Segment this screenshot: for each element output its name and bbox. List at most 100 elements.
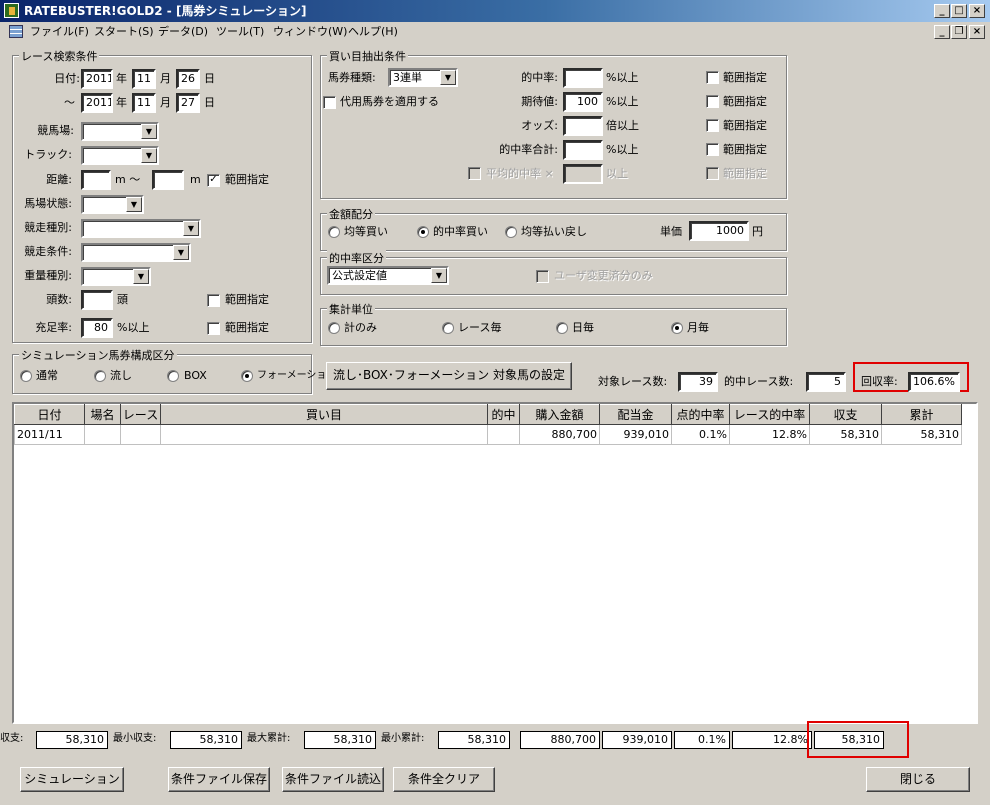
distance-min-input[interactable]: [81, 170, 111, 190]
sim-formation-radio[interactable]: [241, 370, 253, 382]
odds-input[interactable]: [563, 116, 603, 136]
col-race-rate[interactable]: レース的中率: [729, 404, 810, 425]
load-conditions-button[interactable]: 条件ファイル読込: [282, 767, 384, 792]
agg-month-radio[interactable]: [671, 322, 683, 334]
hit-sum-range-label: 範囲指定: [723, 143, 767, 156]
fill-range-checkbox[interactable]: [207, 322, 220, 335]
save-conditions-button[interactable]: 条件ファイル保存: [168, 767, 270, 792]
from-month-input[interactable]: 11: [132, 69, 156, 89]
col-balance[interactable]: 収支: [809, 404, 882, 425]
cell-payout: 939,010: [599, 424, 672, 445]
simulate-button[interactable]: シミュレーション: [20, 767, 124, 792]
menu-data[interactable]: データ(D): [158, 22, 208, 41]
col-purchase[interactable]: 購入金額: [519, 404, 600, 425]
footer-min-balance: 58,310: [170, 731, 242, 749]
agg-month-label: 月毎: [687, 321, 709, 334]
avg-hit-input[interactable]: [563, 164, 603, 184]
hit-category-select[interactable]: 公式設定値 ▼: [327, 266, 449, 285]
col-point-rate[interactable]: 点的中率: [671, 404, 730, 425]
distance-unit: m: [190, 173, 201, 186]
col-venue[interactable]: 場名: [84, 404, 121, 425]
col-race[interactable]: レース: [120, 404, 161, 425]
heads-input[interactable]: [81, 290, 113, 310]
cell-race-rate: 12.8%: [729, 424, 810, 445]
mdi-minimize-icon[interactable]: _: [934, 25, 950, 39]
aggregation-caption: 集計単位: [327, 301, 375, 317]
heads-range-checkbox[interactable]: [207, 294, 220, 307]
chevron-down-icon: ▼: [141, 148, 157, 163]
substitute-label: 代用馬券を適用する: [340, 95, 439, 108]
ticket-select[interactable]: 3連単 ▼: [388, 68, 458, 87]
race-type-select[interactable]: ▼: [81, 219, 201, 238]
date-label: 日付:: [54, 72, 80, 85]
menu-file[interactable]: ファイル(F): [30, 22, 89, 41]
col-bets[interactable]: 買い目: [160, 404, 488, 425]
unit-price-label: 単価: [660, 225, 682, 238]
app-icon: [4, 3, 19, 18]
agg-day-radio[interactable]: [556, 322, 568, 334]
close-button[interactable]: 閉じる: [866, 767, 970, 792]
menu-start[interactable]: スタート(S): [94, 22, 154, 41]
odds-range-label: 範囲指定: [723, 119, 767, 132]
col-payout[interactable]: 配当金: [599, 404, 672, 425]
mdi-window-icon[interactable]: [9, 25, 23, 38]
col-cumulative[interactable]: 累計: [881, 404, 962, 425]
to-year-input[interactable]: 2011: [81, 93, 113, 113]
from-day-input[interactable]: 26: [176, 69, 200, 89]
avg-hit-checkbox[interactable]: [468, 167, 481, 180]
menu-tools[interactable]: ツール(T): [216, 22, 264, 41]
race-cond-select[interactable]: ▼: [81, 243, 191, 262]
distance-max-input[interactable]: [152, 170, 184, 190]
track-select[interactable]: ▼: [81, 146, 159, 165]
cell-venue: [84, 424, 121, 445]
expected-label: 期待値:: [521, 95, 558, 108]
date-tilde: ～: [64, 96, 75, 109]
hit-sum-input[interactable]: [563, 140, 603, 160]
hit-rate-range-checkbox[interactable]: [706, 71, 719, 84]
formation-setup-button[interactable]: 流し･BOX･フォーメーション 対象馬の設定: [326, 362, 572, 390]
hit-rate-input[interactable]: [563, 68, 603, 88]
alloc-hitrate-radio[interactable]: [417, 226, 429, 238]
condition-select[interactable]: ▼: [81, 195, 144, 214]
sim-normal-radio[interactable]: [20, 370, 32, 382]
substitute-checkbox[interactable]: [323, 96, 336, 109]
table-row[interactable]: 2011/11 880,700 939,010 0.1% 12.8% 58,31…: [14, 424, 962, 445]
menu-window[interactable]: ウィンドウ(W): [273, 22, 347, 41]
agg-total-radio[interactable]: [328, 322, 340, 334]
menu-help[interactable]: ヘルプ(H): [348, 22, 398, 41]
unit-price-input[interactable]: 1000: [689, 221, 749, 241]
col-date[interactable]: 日付: [14, 404, 85, 425]
weight-select[interactable]: ▼: [81, 267, 151, 286]
course-select[interactable]: ▼: [81, 122, 159, 141]
mdi-close-icon[interactable]: ×: [969, 25, 985, 39]
mdi-restore-icon[interactable]: ❐: [951, 25, 967, 39]
minimize-icon[interactable]: _: [934, 4, 950, 18]
clear-conditions-button[interactable]: 条件全クリア: [393, 767, 495, 792]
to-day-input[interactable]: 27: [176, 93, 200, 113]
avg-hit-range-checkbox[interactable]: [706, 167, 719, 180]
agg-race-radio[interactable]: [442, 322, 454, 334]
sim-nagashi-radio[interactable]: [94, 370, 106, 382]
alloc-payout-radio[interactable]: [505, 226, 517, 238]
condition-label: 馬場状態:: [24, 197, 72, 210]
hit-sum-range-checkbox[interactable]: [706, 143, 719, 156]
chevron-down-icon: ▼: [183, 221, 199, 236]
odds-range-checkbox[interactable]: [706, 119, 719, 132]
expected-range-checkbox[interactable]: [706, 95, 719, 108]
user-changed-checkbox[interactable]: [536, 270, 549, 283]
col-hit[interactable]: 的中: [487, 404, 520, 425]
weight-label: 重量種別:: [24, 269, 72, 282]
target-races-value: 39: [678, 372, 718, 392]
results-grid[interactable]: [12, 402, 978, 724]
from-year-input[interactable]: 2011: [81, 69, 113, 89]
sim-formation-label: フォーメーション: [257, 370, 337, 381]
sim-box-radio[interactable]: [167, 370, 179, 382]
close-icon[interactable]: ×: [969, 4, 985, 18]
to-month-input[interactable]: 11: [132, 93, 156, 113]
distance-range-checkbox[interactable]: ✓: [207, 174, 220, 187]
fill-input[interactable]: 80: [81, 318, 113, 338]
expected-input[interactable]: 100: [563, 92, 603, 112]
alloc-equal-radio[interactable]: [328, 226, 340, 238]
maximize-icon[interactable]: □: [951, 4, 967, 18]
hit-rate-unit: %以上: [606, 71, 639, 84]
